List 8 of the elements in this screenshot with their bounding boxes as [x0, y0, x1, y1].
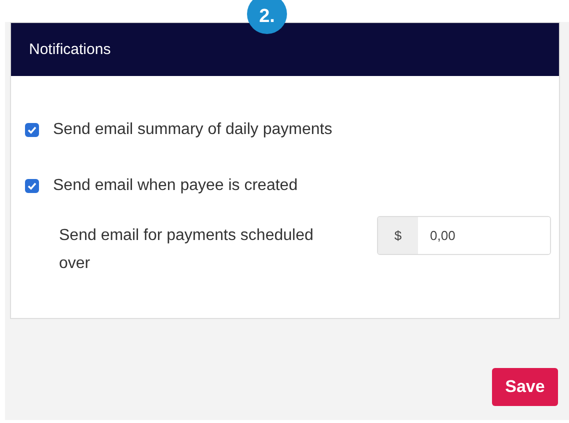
option-label: Send email for payments scheduled over: [59, 226, 314, 274]
save-button[interactable]: Save: [492, 368, 558, 406]
option-label: Send email summary of daily payments: [53, 121, 332, 139]
amount-field[interactable]: $ 0,00: [377, 216, 551, 255]
checkbox[interactable]: [25, 179, 39, 193]
option-label: Send email when payee is created: [53, 177, 298, 195]
panel-title: Notifications: [29, 41, 111, 58]
checkbox[interactable]: [25, 123, 39, 137]
